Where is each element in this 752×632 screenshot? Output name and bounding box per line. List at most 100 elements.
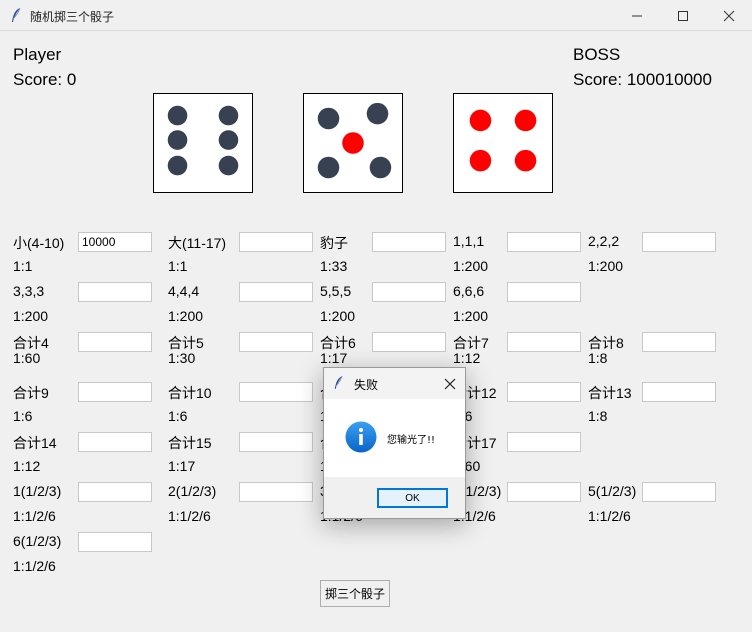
maximize-button[interactable] <box>660 0 706 31</box>
bet-odds: 1:8 <box>588 350 608 366</box>
bet-amount-input[interactable] <box>372 232 446 252</box>
bet-amount-input[interactable] <box>507 432 581 452</box>
die-pip <box>514 149 537 172</box>
bet-amount-input[interactable] <box>239 232 313 252</box>
bet-odds: 1:12 <box>453 350 481 366</box>
bet-label: 5,5,5 <box>320 283 352 299</box>
bet-label: 5(1/2/3) <box>588 483 637 499</box>
player-name: Player <box>13 45 62 64</box>
bet-odds: 1:200 <box>13 308 49 324</box>
die-pip <box>218 130 239 150</box>
bet-amount-input[interactable] <box>642 482 716 502</box>
dialog-title: 失败 <box>354 378 379 392</box>
bet-odds: 1:6 <box>13 408 33 424</box>
roll-dice-button[interactable]: 掷三个骰子 <box>320 580 390 607</box>
die-pip <box>167 155 188 176</box>
die-1-face <box>167 105 239 176</box>
bet-amount-input[interactable] <box>239 332 313 352</box>
bet-amount-input[interactable] <box>239 382 313 402</box>
window-titlebar: 随机掷三个骰子 <box>0 0 752 31</box>
bet-amount-input[interactable] <box>507 382 581 402</box>
feather-icon <box>334 375 343 389</box>
bet-odds: 1:1/2/6 <box>588 508 631 524</box>
bet-label: 1(1/2/3) <box>13 483 62 499</box>
bet-label: 合计14 <box>13 435 57 451</box>
close-button[interactable] <box>706 0 752 31</box>
bet-amount-input[interactable] <box>78 482 152 502</box>
bet-odds: 1:200 <box>453 258 489 274</box>
die-pip <box>218 155 239 176</box>
bet-label: 2,2,2 <box>588 233 620 249</box>
bet-label: 合计15 <box>168 435 212 451</box>
bet-amount-input[interactable] <box>642 382 716 402</box>
die-2 <box>303 93 403 193</box>
bet-amount-input[interactable] <box>78 332 152 352</box>
bet-label: 3,3,3 <box>13 283 45 299</box>
dialog-message: 您输光了!! <box>387 435 436 446</box>
bet-amount-input[interactable] <box>78 532 152 552</box>
bet-amount-input[interactable] <box>239 482 313 502</box>
die-pip <box>469 109 492 132</box>
bet-odds: 1:200 <box>453 308 489 324</box>
bet-odds: 1:200 <box>320 308 356 324</box>
message-dialog: 失败 您输光了!! OK <box>323 367 466 519</box>
bet-odds: 1:1/2/6 <box>13 558 56 574</box>
bet-amount-input[interactable] <box>507 332 581 352</box>
die-3-face <box>469 109 537 172</box>
bet-amount-input[interactable] <box>78 282 152 302</box>
bet-label: 6,6,6 <box>453 283 485 299</box>
die-pip <box>342 132 364 154</box>
dialog-close-button[interactable] <box>436 370 463 397</box>
bet-amount-input[interactable] <box>78 232 152 252</box>
ok-button[interactable]: OK <box>377 488 448 508</box>
bet-odds: 1:12 <box>13 458 41 474</box>
bet-amount-input[interactable] <box>507 482 581 502</box>
bet-amount-input[interactable] <box>372 332 446 352</box>
minimize-button[interactable] <box>614 0 660 31</box>
die-pip <box>369 156 392 179</box>
boss-score: Score: 100010000 <box>573 70 712 89</box>
bet-odds: 1:33 <box>320 258 348 274</box>
bet-amount-input[interactable] <box>372 282 446 302</box>
bet-label: 6(1/2/3) <box>13 533 62 549</box>
bet-odds: 1:6 <box>168 408 188 424</box>
die-pip <box>317 107 340 130</box>
die-pip <box>469 149 492 172</box>
bet-odds: 1:30 <box>168 350 196 366</box>
bet-odds: 1:17 <box>320 350 348 366</box>
minimize-icon <box>632 15 642 16</box>
boss-name: BOSS <box>573 45 621 64</box>
bet-odds: 1:8 <box>588 408 608 424</box>
bet-amount-input[interactable] <box>239 432 313 452</box>
bet-label: 大(11-17) <box>168 235 227 251</box>
bet-odds: 1:200 <box>588 258 624 274</box>
die-pip <box>366 102 389 125</box>
bet-amount-input[interactable] <box>78 382 152 402</box>
bet-amount-input[interactable] <box>78 432 152 452</box>
die-3 <box>453 93 553 193</box>
bet-label: 豹子 <box>320 235 348 251</box>
bet-amount-input[interactable] <box>507 232 581 252</box>
bet-label: 合计10 <box>168 385 212 401</box>
bet-label: 合计13 <box>588 385 632 401</box>
bet-label: 小(4-10) <box>13 235 65 251</box>
bet-label: 合计9 <box>13 385 49 401</box>
bet-amount-input[interactable] <box>642 332 716 352</box>
bet-odds: 1:1/2/6 <box>168 508 211 524</box>
die-pip <box>317 156 340 179</box>
close-icon <box>723 10 735 21</box>
player-score: Score: 0 <box>13 70 77 89</box>
bet-odds: 1:1/2/6 <box>13 508 56 524</box>
die-1 <box>153 93 253 193</box>
die-2-face <box>317 102 392 179</box>
die-pip <box>167 130 188 150</box>
die-pip <box>167 105 188 126</box>
bet-amount-input[interactable] <box>507 282 581 302</box>
bet-odds: 1:1 <box>168 258 188 274</box>
bet-amount-input[interactable] <box>239 282 313 302</box>
dialog-body: 您输光了!! <box>324 399 465 477</box>
bet-odds: 1:1 <box>13 258 33 274</box>
bet-odds: 1:60 <box>13 350 41 366</box>
die-pip <box>514 109 537 132</box>
bet-amount-input[interactable] <box>642 232 716 252</box>
